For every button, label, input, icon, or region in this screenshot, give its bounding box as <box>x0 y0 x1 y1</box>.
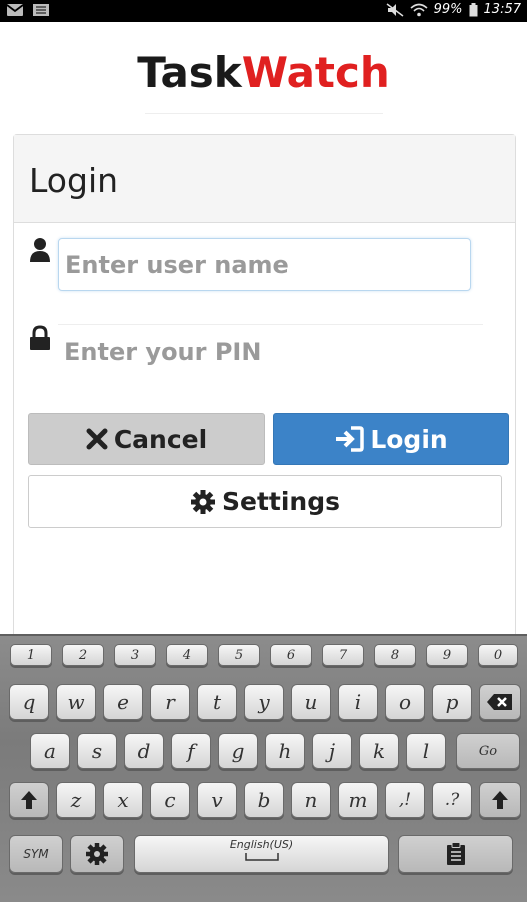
key-l[interactable]: l <box>406 733 446 769</box>
logo-watch: Watch <box>241 48 390 97</box>
logo-divider <box>145 113 383 114</box>
key-1[interactable]: 1 <box>10 644 52 666</box>
pin-field-border <box>58 324 483 325</box>
settings-button[interactable]: Settings <box>28 475 502 528</box>
key-b[interactable]: b <box>244 782 284 818</box>
close-icon <box>86 428 108 450</box>
wifi-icon <box>410 3 428 16</box>
status-bar: 99% 13:57 <box>0 0 527 22</box>
gmail-icon <box>6 4 24 16</box>
key-o[interactable]: o <box>385 684 425 720</box>
key-h[interactable]: h <box>265 733 305 769</box>
key-c[interactable]: c <box>150 782 190 818</box>
sym-key[interactable]: SYM <box>9 835 63 873</box>
mute-icon <box>386 2 404 17</box>
key-e[interactable]: e <box>103 684 143 720</box>
pin-input[interactable] <box>58 327 471 377</box>
key-period[interactable]: .? <box>432 782 472 818</box>
backspace-icon <box>487 694 512 710</box>
settings-label: Settings <box>221 487 340 516</box>
soft-keyboard: 1 2 3 4 5 6 7 8 9 0 q w e r t y u i o p … <box>0 634 527 902</box>
key-k[interactable]: k <box>359 733 399 769</box>
key-3[interactable]: 3 <box>114 644 156 666</box>
key-u[interactable]: u <box>291 684 331 720</box>
key-x[interactable]: x <box>103 782 143 818</box>
key-s[interactable]: s <box>77 733 117 769</box>
key-j[interactable]: j <box>312 733 352 769</box>
key-9[interactable]: 9 <box>426 644 468 666</box>
clipboard-key[interactable] <box>398 835 513 873</box>
key-f[interactable]: f <box>171 733 211 769</box>
space-key[interactable]: English(US) <box>134 835 389 873</box>
key-a[interactable]: a <box>30 733 70 769</box>
keyboard-settings-key[interactable] <box>70 835 124 873</box>
username-input[interactable] <box>58 238 471 291</box>
key-6[interactable]: 6 <box>270 644 312 666</box>
clipboard-icon <box>446 842 465 865</box>
login-title: Login <box>29 161 119 200</box>
key-w[interactable]: w <box>56 684 96 720</box>
space-bar-icon <box>245 853 279 861</box>
lock-icon <box>30 325 50 350</box>
battery-icon <box>469 2 478 16</box>
logo-task: Task <box>137 48 242 97</box>
notes-icon <box>33 4 49 16</box>
shift-key-left[interactable] <box>9 782 49 818</box>
go-key[interactable]: Go <box>456 733 520 769</box>
gear-icon <box>190 489 215 514</box>
user-icon <box>30 238 50 262</box>
key-v[interactable]: v <box>197 782 237 818</box>
gear-icon <box>86 843 108 865</box>
key-7[interactable]: 7 <box>322 644 364 666</box>
space-key-label: English(US) <box>229 838 294 851</box>
shift-key-right[interactable] <box>479 782 521 818</box>
sign-in-icon <box>336 426 365 452</box>
key-n[interactable]: n <box>291 782 331 818</box>
key-z[interactable]: z <box>56 782 96 818</box>
key-i[interactable]: i <box>338 684 378 720</box>
key-5[interactable]: 5 <box>218 644 260 666</box>
key-0[interactable]: 0 <box>478 644 518 666</box>
app-logo: TaskWatch <box>0 48 527 97</box>
key-comma[interactable]: ,! <box>385 782 425 818</box>
key-8[interactable]: 8 <box>374 644 416 666</box>
key-p[interactable]: p <box>432 684 472 720</box>
battery-percent: 99% <box>433 2 463 17</box>
shift-icon <box>21 791 37 809</box>
cancel-label: Cancel <box>113 424 208 454</box>
key-g[interactable]: g <box>218 733 258 769</box>
key-q[interactable]: q <box>9 684 49 720</box>
key-4[interactable]: 4 <box>166 644 208 666</box>
cancel-button[interactable]: Cancel <box>28 413 265 465</box>
login-button[interactable]: Login <box>273 413 509 465</box>
key-y[interactable]: y <box>244 684 284 720</box>
key-t[interactable]: t <box>197 684 237 720</box>
key-2[interactable]: 2 <box>62 644 104 666</box>
clock: 13:57 <box>483 2 521 17</box>
login-label: Login <box>370 424 448 454</box>
key-r[interactable]: r <box>150 684 190 720</box>
login-panel: Login Cancel Login Settings <box>13 134 516 655</box>
shift-icon <box>492 791 508 809</box>
backspace-key[interactable] <box>479 684 521 720</box>
key-d[interactable]: d <box>124 733 164 769</box>
key-m[interactable]: m <box>338 782 378 818</box>
